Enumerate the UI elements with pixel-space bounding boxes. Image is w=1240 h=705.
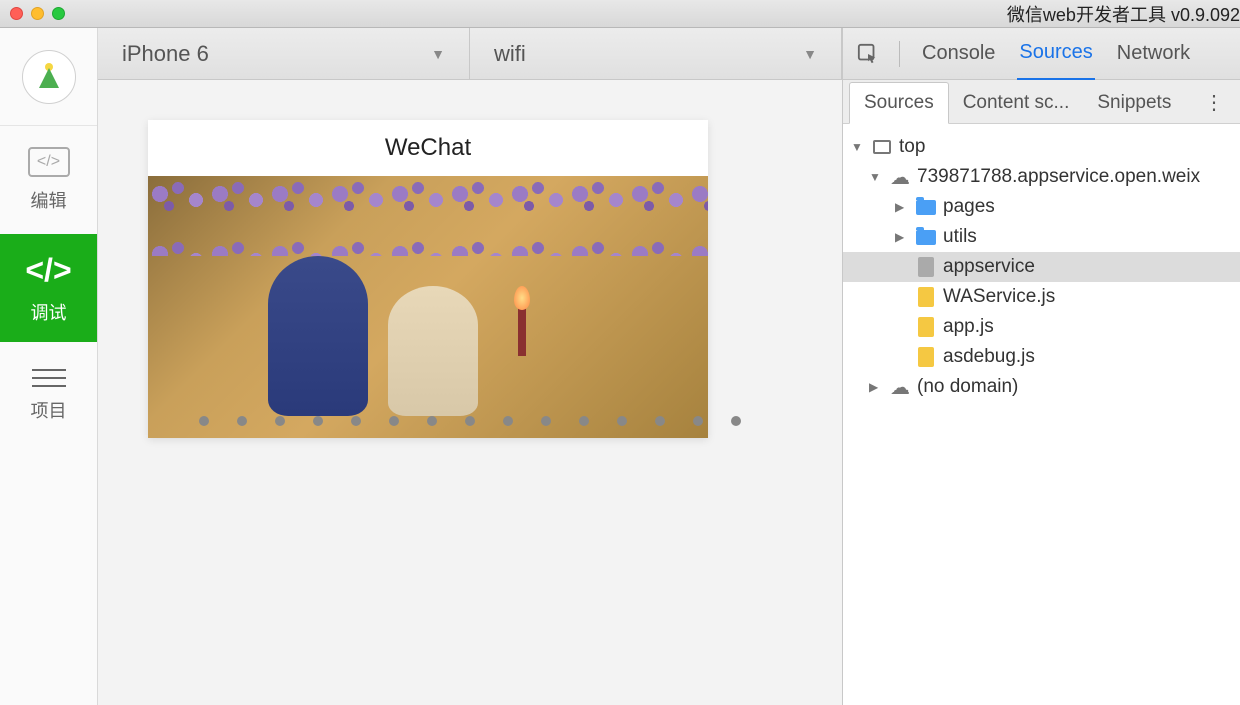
sources-subtabs: Sources Content sc... Snippets ⋮ (843, 80, 1240, 124)
carousel-dot[interactable] (693, 416, 703, 426)
subtab-content-scripts[interactable]: Content sc... (949, 83, 1084, 123)
carousel-dot[interactable] (351, 416, 361, 426)
sidebar-edit-label: 编辑 (31, 187, 67, 213)
element-inspector-icon[interactable] (857, 43, 879, 65)
carousel-dots (148, 416, 792, 426)
tree-toggle-icon[interactable]: ▶ (895, 230, 909, 244)
tree-node-file-asdebug[interactable]: asdebug.js (843, 342, 1240, 372)
tree-node-file-appservice[interactable]: appservice (843, 252, 1240, 282)
sidebar-debug-label: 调试 (31, 299, 67, 325)
carousel-dot[interactable] (275, 416, 285, 426)
frame-icon (871, 138, 893, 156)
devtools-tabs: Console Sources Network (843, 28, 1240, 80)
folder-icon (915, 228, 937, 246)
chevron-down-icon: ▼ (431, 46, 445, 62)
tree-label: WAService.js (943, 286, 1055, 308)
painted-figure-left (268, 256, 368, 416)
wisteria-decoration (148, 176, 708, 256)
carousel-dot[interactable] (199, 416, 209, 426)
tree-node-top[interactable]: ▼ top (843, 132, 1240, 162)
carousel-dot[interactable] (465, 416, 475, 426)
tree-toggle-icon[interactable]: ▼ (869, 170, 883, 184)
carousel-dot[interactable] (731, 416, 741, 426)
network-selector-value: wifi (494, 41, 526, 67)
hamburger-icon (32, 369, 66, 387)
candle-flame (514, 286, 530, 310)
app-icon-container (0, 28, 97, 126)
chevron-down-icon: ▼ (803, 46, 817, 62)
sidebar-item-project[interactable]: 项目 (0, 342, 97, 450)
tree-label: appservice (943, 256, 1035, 278)
tab-console[interactable]: Console (920, 28, 997, 79)
js-file-icon (915, 288, 937, 306)
carousel-dot[interactable] (237, 416, 247, 426)
device-selector-value: iPhone 6 (122, 41, 209, 67)
code-icon: </> (28, 147, 70, 177)
carousel-dot[interactable] (655, 416, 665, 426)
tree-node-file-waservice[interactable]: WAService.js (843, 282, 1240, 312)
tree-label: utils (943, 226, 977, 248)
tree-toggle-icon[interactable]: ▶ (869, 380, 883, 394)
folder-icon (915, 198, 937, 216)
carousel-dot[interactable] (427, 416, 437, 426)
sidebar: </> 编辑 </> 调试 项目 (0, 28, 98, 705)
tree-node-file-appjs[interactable]: app.js (843, 312, 1240, 342)
tree-toggle-icon[interactable]: ▶ (895, 200, 909, 214)
tree-node-nodomain[interactable]: ▶ ☁ (no domain) (843, 372, 1240, 402)
device-selector[interactable]: iPhone 6 ▼ (98, 28, 470, 79)
tree-node-folder-utils[interactable]: ▶ utils (843, 222, 1240, 252)
device-preview: WeChat (98, 80, 842, 705)
carousel-dot[interactable] (503, 416, 513, 426)
tree-label: pages (943, 196, 995, 218)
minimize-window-button[interactable] (31, 7, 44, 20)
file-icon (915, 258, 937, 276)
js-file-icon (915, 318, 937, 336)
titlebar: 微信web开发者工具 v0.9.092 (0, 0, 1240, 28)
tree-label: top (899, 136, 925, 158)
tree-node-domain[interactable]: ▼ ☁ 739871788.appservice.open.weix (843, 162, 1240, 192)
carousel-dot[interactable] (389, 416, 399, 426)
carousel-dot[interactable] (313, 416, 323, 426)
sidebar-project-label: 项目 (31, 397, 67, 423)
app-header-title: WeChat (148, 120, 708, 176)
tree-label: (no domain) (917, 376, 1018, 398)
tree-label: app.js (943, 316, 994, 338)
candle (518, 306, 526, 356)
divider (899, 41, 900, 67)
file-tree: ▼ top ▼ ☁ 739871788.appservice.open.weix… (843, 124, 1240, 705)
sidebar-item-edit[interactable]: </> 编辑 (0, 126, 97, 234)
close-window-button[interactable] (10, 7, 23, 20)
window-title: 微信web开发者工具 v0.9.092 (1007, 1, 1240, 27)
tree-toggle-icon[interactable]: ▼ (851, 140, 865, 154)
tree-logo-icon (32, 60, 66, 94)
device-frame: WeChat (148, 120, 708, 438)
subtab-sources[interactable]: Sources (849, 82, 949, 124)
app-icon[interactable] (22, 50, 76, 104)
carousel-dot[interactable] (541, 416, 551, 426)
network-selector[interactable]: wifi ▼ (470, 28, 842, 79)
devtools-panel: Console Sources Network Sources Content … (842, 28, 1240, 705)
more-options-icon[interactable]: ⋮ (1194, 82, 1234, 123)
cloud-icon: ☁ (889, 378, 911, 396)
debug-icon: </> (25, 252, 71, 289)
window-controls (10, 7, 65, 20)
tree-label: asdebug.js (943, 346, 1035, 368)
carousel-dot[interactable] (617, 416, 627, 426)
cloud-icon: ☁ (889, 168, 911, 186)
carousel-image[interactable] (148, 176, 708, 438)
subtab-snippets[interactable]: Snippets (1083, 83, 1185, 123)
preview-toolbar: iPhone 6 ▼ wifi ▼ (98, 28, 842, 80)
tree-label: 739871788.appservice.open.weix (917, 166, 1200, 188)
main-layout: </> 编辑 </> 调试 项目 iPhone 6 ▼ wifi ▼ WeCha… (0, 28, 1240, 705)
tab-sources[interactable]: Sources (1017, 27, 1094, 81)
tab-network[interactable]: Network (1115, 28, 1192, 79)
painted-figure-right (388, 286, 478, 416)
center-pane: iPhone 6 ▼ wifi ▼ WeChat (98, 28, 842, 705)
tree-node-folder-pages[interactable]: ▶ pages (843, 192, 1240, 222)
js-file-icon (915, 348, 937, 366)
carousel-dot[interactable] (579, 416, 589, 426)
sidebar-item-debug[interactable]: </> 调试 (0, 234, 97, 342)
maximize-window-button[interactable] (52, 7, 65, 20)
